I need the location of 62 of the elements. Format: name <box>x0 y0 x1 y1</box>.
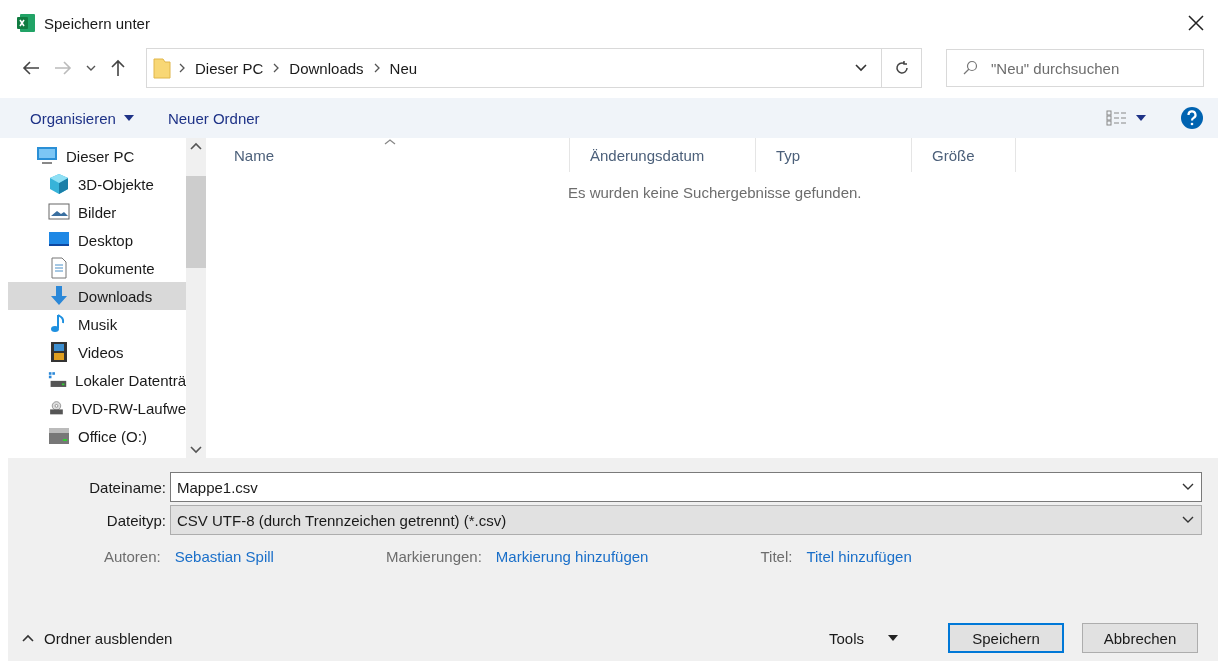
sidebar-item[interactable]: DVD-RW-Laufwe <box>8 394 186 422</box>
hide-folders-button[interactable]: Ordner ausblenden <box>22 629 173 647</box>
folder-icon <box>153 57 171 79</box>
filename-label: Dateiname: <box>88 478 166 496</box>
chevron-right-icon <box>179 63 185 73</box>
organize-menu[interactable]: Organisieren <box>30 109 134 127</box>
sidebar-item[interactable]: Bilder <box>8 198 186 226</box>
sidebar-item[interactable]: 3D-Objekte <box>8 170 186 198</box>
field-label: Markierungen: <box>385 548 482 565</box>
chevron-right-icon <box>273 63 280 73</box>
link[interactable]: Titel hinzufügen <box>806 548 912 565</box>
column-header[interactable]: Typ <box>756 138 912 172</box>
sidebar-item[interactable]: Dieser PC <box>8 142 186 170</box>
link[interactable]: Sebastian Spill <box>174 548 274 565</box>
breadcrumb[interactable]: Neu <box>387 59 420 77</box>
download-icon <box>48 285 70 307</box>
caret-icon <box>123 115 134 121</box>
breadcrumb[interactable]: Dieser PC <box>193 59 266 77</box>
sidebar-item[interactable]: Lokaler Datenträ <box>8 366 186 394</box>
link[interactable]: Markierung hinzufügen <box>495 548 649 565</box>
column-header[interactable]: Name <box>214 138 570 172</box>
excel-icon <box>16 13 36 33</box>
sidebar-item[interactable]: Desktop <box>8 226 186 254</box>
sort-caret-icon <box>384 138 396 146</box>
sidebar-item[interactable]: Musik <box>8 310 186 338</box>
window-title: Speichern unter <box>44 14 151 32</box>
caret-icon <box>888 635 898 641</box>
tools-menu[interactable]: Tools <box>822 628 904 648</box>
cube-icon <box>48 173 70 195</box>
chevron-up-icon[interactable] <box>190 142 202 150</box>
help-button[interactable] <box>1180 106 1204 130</box>
picture-icon <box>48 201 70 223</box>
film-icon <box>48 341 70 363</box>
filename-field[interactable]: Mappe1.csv <box>170 472 1202 502</box>
caret-icon <box>1136 115 1146 121</box>
field-label: Autoren: <box>104 548 161 565</box>
filetype-dropdown[interactable]: CSV UTF-8 (durch Trennzeichen getrennt) (*.csv) <box>170 505 1202 535</box>
search-field[interactable]: "Neu" durchsuchen <box>946 49 1204 87</box>
dialog-button[interactable]: Speichern <box>948 623 1064 653</box>
filetype-label: Dateityp: <box>105 511 166 529</box>
document-icon <box>48 257 70 279</box>
chevron-down-icon[interactable] <box>855 64 867 72</box>
dialog-button[interactable]: Abbrechen <box>1082 623 1198 653</box>
sidebar-item[interactable]: Downloads <box>8 282 186 310</box>
column-header[interactable]: Größe <box>912 138 1016 172</box>
field-label: Titel: <box>760 548 793 565</box>
breadcrumb[interactable]: Downloads <box>287 59 366 77</box>
address-bar[interactable]: Dieser PC Downloads Neu <box>146 48 922 88</box>
sidebar-item[interactable]: Office (O:) <box>8 422 186 450</box>
chevron-up-icon <box>22 634 34 642</box>
scrollbar[interactable] <box>186 138 206 458</box>
computer-icon <box>36 145 58 167</box>
column-header[interactable]: Änderungsdatum <box>570 138 756 172</box>
chevron-right-icon <box>373 63 380 73</box>
refresh-icon <box>893 60 910 76</box>
sidebar-item[interactable]: Videos <box>8 338 186 366</box>
empty-message: Es wurden keine Suchergebnisse gefunden. <box>568 184 863 201</box>
chevron-down-icon[interactable] <box>190 446 202 454</box>
drive-icon <box>48 425 70 447</box>
sidebar-item[interactable]: Dokumente <box>8 254 186 282</box>
new-folder-button[interactable]: Neuer Ordner <box>167 109 260 127</box>
view-options-button[interactable] <box>1106 110 1146 126</box>
